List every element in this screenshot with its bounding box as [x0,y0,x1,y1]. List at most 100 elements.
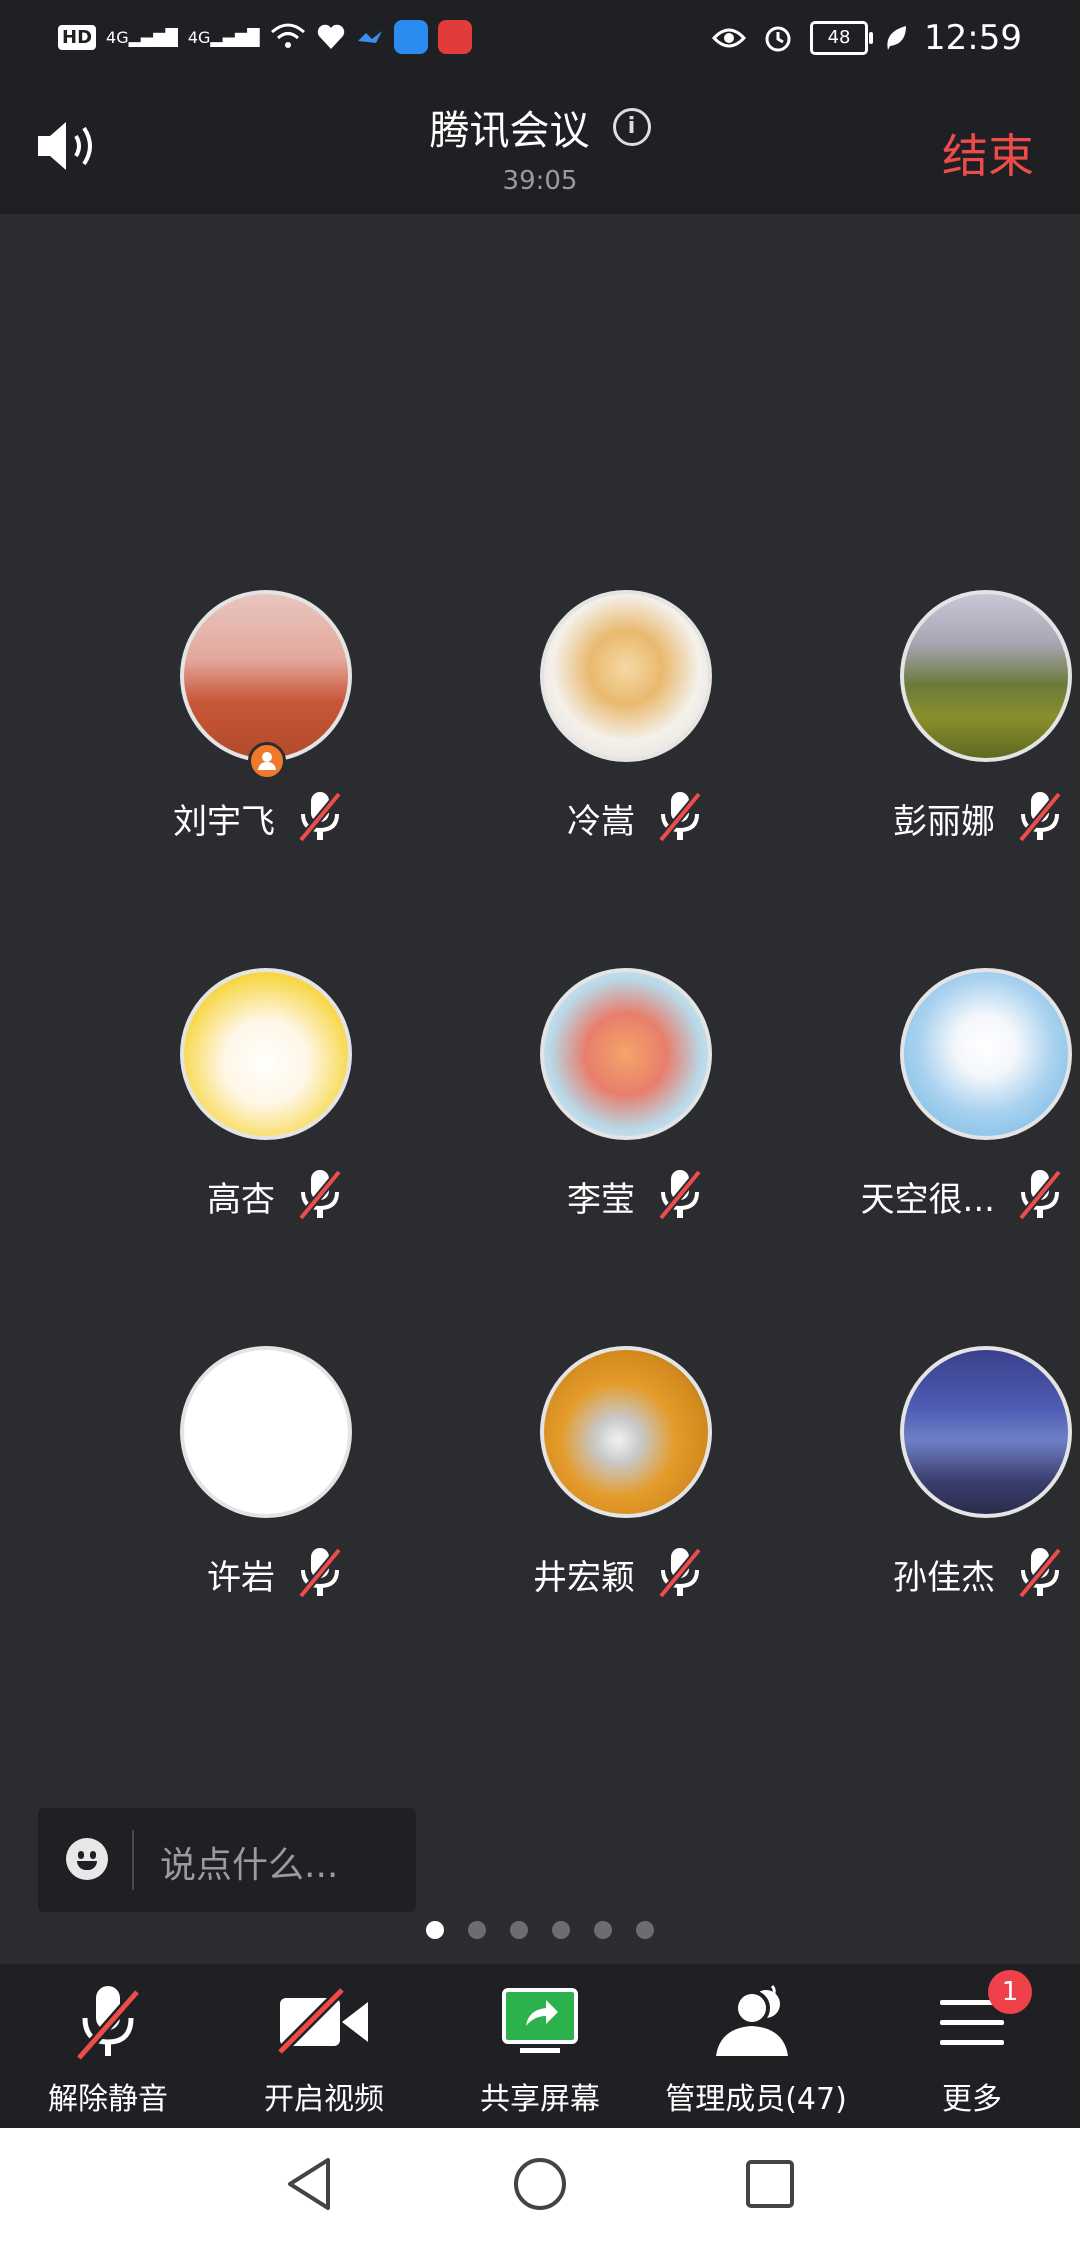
mic-muted-icon [1017,1166,1063,1222]
participant-name-row: 彭丽娜 [815,788,1080,844]
mic-app-icon [437,20,472,54]
participant-name-row: 天空很... [815,1166,1080,1222]
participant-tile[interactable]: 冷嵩 [455,590,795,850]
mic-muted-icon [297,1166,343,1222]
status-right: 48 12:59 [712,18,1022,58]
avatar [540,968,712,1140]
participant-name-row: 李莹 [455,1166,815,1222]
recents-square-icon [746,2160,794,2208]
mic-muted-icon [297,1544,343,1600]
start-video-label: 开启视频 [264,2082,384,2117]
avatar [540,1346,712,1518]
eye-icon [712,28,747,48]
participant-name: 天空很... [860,1180,995,1220]
mic-muted-icon [657,1544,703,1600]
participant-name: 孙佳杰 [893,1558,995,1598]
participant-name-row: 冷嵩 [455,788,815,844]
participant-tile[interactable]: 天空很... [815,968,1080,1228]
participant-tile[interactable]: 李莹 [455,968,795,1228]
participant-tile[interactable]: 刘宇飞 [95,590,435,850]
battery-icon: 48 [810,21,874,55]
participant-tile[interactable]: 孙佳杰 [815,1346,1080,1606]
clock-time: 12:59 [924,18,1022,58]
status-bar: HD 4G▂▄▆█ 4G▂▄▆█ 48 12:59 [0,0,1080,80]
network-type-1: 4G [106,27,129,47]
participant-tile[interactable]: 井宏颖 [455,1346,795,1606]
back-triangle-icon [288,2158,330,2210]
info-icon[interactable]: i [612,108,651,146]
signal-icon-2: 4G▂▄▆█ [187,27,260,47]
hd-icon: HD [58,24,97,50]
mic-muted-icon [297,788,343,844]
avatar [900,968,1072,1140]
blue-app-icon [393,20,428,54]
wifi-icon [270,23,305,48]
signal-icon-1: 4G▂▄▆█ [106,27,178,47]
meeting-header: 腾讯会议 i 39:05 结束 [0,80,1080,214]
emoji-icon[interactable] [66,1838,108,1880]
network-type-2: 4G [187,27,211,47]
participant-name: 许岩 [207,1558,275,1598]
avatar [180,590,352,762]
manage-members-button[interactable]: 管理成员(47) [648,1964,864,2128]
host-badge-icon [248,742,286,780]
chat-input[interactable]: 说点什么... [38,1808,416,1912]
participant-name-row: 许岩 [95,1544,455,1600]
bottom-toolbar: 解除静音 开启视频 共享屏幕 管理成员(47) 1 更多 [0,1964,1080,2128]
share-screen-icon [502,1988,578,2053]
title-block: 腾讯会议 i 39:05 [0,98,1080,196]
input-divider [132,1830,134,1890]
leaf-icon [887,26,907,50]
more-button[interactable]: 1 更多 [864,1964,1080,2128]
chat-placeholder: 说点什么... [160,1845,339,1886]
back-button[interactable] [284,2156,336,2216]
participant-tile[interactable]: 彭丽娜 [815,590,1080,850]
avatar [900,590,1072,762]
page-dot[interactable] [636,1921,654,1939]
participant-name: 高杏 [207,1180,275,1220]
mic-muted-icon [657,788,703,844]
participant-name: 李莹 [567,1180,635,1220]
members-icon [716,1984,788,2056]
unmute-label: 解除静音 [48,2082,168,2117]
end-meeting-button[interactable]: 结束 [942,120,1034,186]
home-button[interactable] [512,2156,568,2216]
share-screen-label: 共享屏幕 [480,2082,600,2117]
page-dot[interactable] [552,1921,570,1939]
alarm-icon [765,26,791,52]
bird-app-icon [357,31,382,43]
page-indicator [0,1921,1080,1939]
unmute-button[interactable]: 解除静音 [0,1964,216,2128]
home-circle-icon [514,2158,566,2210]
participant-name-row: 孙佳杰 [815,1544,1080,1600]
meeting-title[interactable]: 腾讯会议 [429,98,589,156]
system-nav-bar [0,2128,1080,2244]
status-left: HD 4G▂▄▆█ 4G▂▄▆█ [58,20,472,54]
share-screen-button[interactable]: 共享屏幕 [432,1964,648,2128]
page-dot[interactable] [510,1921,528,1939]
start-video-button[interactable]: 开启视频 [216,1964,432,2128]
notification-badge: 1 [988,1970,1032,2014]
avatar [180,968,352,1140]
participant-name-row: 井宏颖 [455,1544,815,1600]
participant-name-row: 刘宇飞 [95,788,455,844]
page-dot[interactable] [594,1921,612,1939]
participant-tile[interactable]: 许岩 [95,1346,435,1606]
participant-name: 彭丽娜 [893,802,995,842]
more-label: 更多 [942,2082,1002,2117]
video-off-icon [276,1986,368,2056]
recents-button[interactable] [744,2156,796,2216]
avatar [540,590,712,762]
mic-muted-icon [1017,1544,1063,1600]
health-heart-icon [317,24,344,49]
meeting-timer: 39:05 [502,166,578,196]
mic-muted-icon [75,1986,141,2062]
page-dot[interactable] [468,1921,486,1939]
participant-tile[interactable]: 高杏 [95,968,435,1228]
participant-name: 井宏颖 [533,1558,635,1598]
mic-muted-icon [1017,788,1063,844]
mic-muted-icon [657,1166,703,1222]
avatar [180,1346,352,1518]
page-dot[interactable] [426,1921,444,1939]
participant-name: 刘宇飞 [173,802,275,842]
